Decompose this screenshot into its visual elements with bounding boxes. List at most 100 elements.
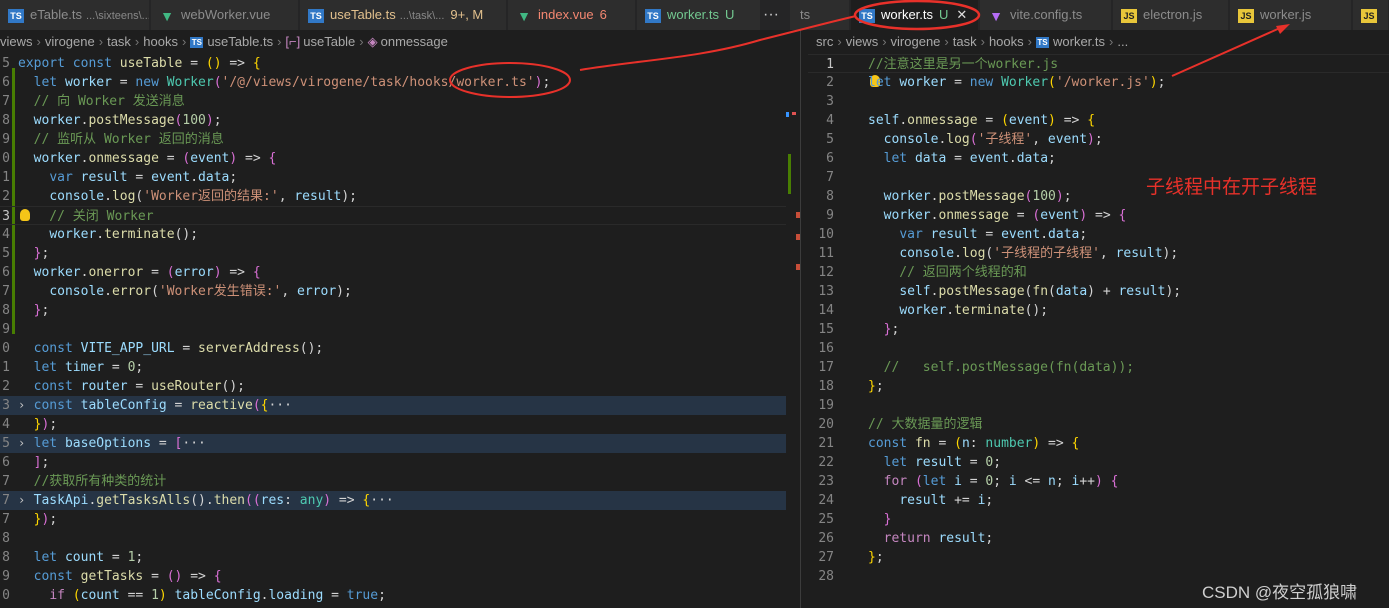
code-line[interactable]: 5 › let baseOptions = [··· — [0, 434, 786, 453]
code-line[interactable]: 3 › const tableConfig = reactive({··· — [0, 396, 786, 415]
code-text: }); — [18, 510, 57, 529]
code-line[interactable]: 3 — [808, 92, 1389, 111]
code-line[interactable]: 9 // 监听从 Worker 返回的消息 — [0, 130, 786, 149]
code-line[interactable]: 8 worker.postMessage(100); — [0, 111, 786, 130]
code-line[interactable]: 11 console.log('子线程的子线程', result); — [808, 244, 1389, 263]
breadcrumb-item[interactable]: hooks — [989, 34, 1024, 49]
code-line[interactable]: 16 — [808, 339, 1389, 358]
code-line[interactable]: 24 result += i; — [808, 491, 1389, 510]
code-line[interactable]: 6 ]; — [0, 453, 786, 472]
breadcrumb-item[interactable]: useTable.ts — [207, 34, 273, 49]
code-line[interactable]: 0 worker.onmessage = (event) => { — [0, 149, 786, 168]
tab-worker-ts-4[interactable]: TS worker.ts U — [637, 0, 761, 30]
editor-right[interactable]: 1 //注意这里是另一个worker.js 2 let worker = new Wo… — [808, 54, 1389, 608]
code-token: const — [33, 398, 81, 413]
tab-worker-js-9[interactable]: JS worker.js — [1230, 0, 1352, 30]
breadcrumb-item[interactable]: worker.ts — [1053, 34, 1105, 49]
line-number: 22 — [818, 455, 834, 470]
code-token: i — [954, 474, 962, 489]
code-line[interactable]: 8 }; — [0, 301, 786, 320]
code-line[interactable]: 18}; — [808, 377, 1389, 396]
breadcrumb-item[interactable]: ... — [1117, 34, 1128, 49]
code-token: new — [969, 75, 1002, 90]
breadcrumb-item[interactable]: src — [816, 34, 833, 49]
code-line[interactable]: 17 // self.postMessage(fn(data)); — [808, 358, 1389, 377]
code-line[interactable]: 12 // 返回两个线程的和 — [808, 263, 1389, 282]
code-line[interactable]: 9 worker.onmessage = (event) => { — [808, 206, 1389, 225]
code-line[interactable]: 23 for (let i = 0; i <= n; i++) { — [808, 472, 1389, 491]
code-line[interactable]: 5 console.log('子线程', event); — [808, 130, 1389, 149]
code-text: export const useTable = () => { — [18, 54, 261, 73]
code-line[interactable]: 22 let result = 0; — [808, 453, 1389, 472]
code-line[interactable]: 2 let worker = new Worker('/worker.js'); — [808, 73, 1389, 92]
breadcrumb-item[interactable]: views — [846, 34, 879, 49]
code-token: ; — [1048, 151, 1056, 166]
tab-usetable-ts-2[interactable]: TS useTable.ts ...\task\... 9+, M — [300, 0, 507, 30]
code-line[interactable]: 25 } — [808, 510, 1389, 529]
code-line[interactable]: 15 }; — [808, 320, 1389, 339]
code-line[interactable]: 21 const fn = (n: number) => { — [808, 434, 1389, 453]
code-line[interactable]: 8 — [0, 529, 786, 548]
tab-index-vue-3[interactable]: ▼ index.vue 6 — [508, 0, 636, 30]
code-line[interactable]: 9 const getTasks = () => { — [0, 567, 786, 586]
code-line[interactable]: 7 }); — [0, 510, 786, 529]
code-line[interactable]: 3 // 关闭 Worker — [0, 206, 786, 225]
code-token: '/worker.js' — [1055, 75, 1150, 90]
code-line[interactable]: 1 let timer = 0; — [0, 358, 786, 377]
breadcrumb-item[interactable]: virogene — [891, 34, 941, 49]
ts-file-icon: TS — [308, 8, 324, 23]
code-token: 100 — [1032, 189, 1056, 204]
code-line[interactable]: 1 //注意这里是另一个worker.js — [808, 54, 1389, 73]
code-text: let baseOptions = [··· — [18, 434, 206, 453]
code-line[interactable]: 4 worker.terminate(); — [0, 225, 786, 244]
tab-webworker-vue-1[interactable]: ▼ webWorker.vue — [151, 0, 299, 30]
tab-ts-5[interactable]: ts — [790, 0, 850, 30]
code-line[interactable]: 7 › TaskApi.getTasksAlls().then((res: any… — [0, 491, 786, 510]
code-line[interactable]: 7 //获取所有种类的统计 — [0, 472, 786, 491]
code-line[interactable]: 19 — [808, 396, 1389, 415]
tab-etable-ts-0[interactable]: TS eTable.ts ...\sixteens\... — [0, 0, 150, 30]
code-line[interactable]: 7 console.error('Worker发生错误:', error); — [0, 282, 786, 301]
breadcrumb-item[interactable]: virogene — [45, 34, 95, 49]
code-line[interactable]: 26 return result; — [808, 529, 1389, 548]
code-token: . — [899, 113, 908, 128]
code-token: () — [205, 56, 222, 71]
code-line[interactable]: 2 const router = useRouter(); — [0, 377, 786, 396]
breadcrumb-item[interactable]: hooks — [143, 34, 178, 49]
code-line[interactable]: 7 // 向 Worker 发送消息 — [0, 92, 786, 111]
code-line[interactable]: 5 export const useTable = () => { — [0, 54, 786, 73]
code-line[interactable]: 20 // 大数据量的逻辑 — [808, 415, 1389, 434]
code-line[interactable]: 2 console.log('Worker返回的结果:', result); — [0, 187, 786, 206]
line-number: 0 — [2, 151, 10, 166]
breadcrumb-item[interactable]: task — [953, 34, 977, 49]
code-line[interactable]: 5 }; — [0, 244, 786, 263]
code-line[interactable]: 6 worker.onerror = (error) => { — [0, 263, 786, 282]
code-line[interactable]: 27}; — [808, 548, 1389, 567]
more-tabs-button[interactable]: ··· — [763, 0, 779, 30]
close-icon[interactable]: ✕ — [956, 7, 967, 22]
breadcrumb-item[interactable]: useTable — [303, 34, 355, 49]
breadcrumb-item[interactable]: onmessage — [381, 34, 448, 49]
minimap[interactable] — [786, 54, 800, 608]
tab-electron-js-8[interactable]: JS electron.js — [1113, 0, 1229, 30]
code-line[interactable]: 0 if (count == 1) tableConfig.loading = … — [0, 586, 786, 605]
tab-js-10[interactable]: JS — [1353, 0, 1389, 30]
tab-label: webWorker.vue — [181, 7, 271, 22]
tab-worker-ts-6[interactable]: TS worker.ts U ✕ — [851, 0, 979, 30]
editor-left[interactable]: 5 export const useTable = () => {6 let wo… — [0, 54, 786, 608]
breadcrumb-item[interactable]: task — [107, 34, 131, 49]
code-line[interactable]: 4 self.onmessage = (event) => { — [808, 111, 1389, 130]
code-line[interactable]: 6 let data = event.data; — [808, 149, 1389, 168]
tab-vite-config-ts-7[interactable]: ▼ vite.config.ts — [980, 0, 1112, 30]
code-line[interactable]: 8 let count = 1; — [0, 548, 786, 567]
code-line[interactable]: 9 — [0, 320, 786, 339]
code-line[interactable]: 6 let worker = new Worker('/@/views/viro… — [0, 73, 786, 92]
code-line[interactable]: 1 var result = event.data; — [0, 168, 786, 187]
code-line[interactable]: 14 worker.terminate(); — [808, 301, 1389, 320]
code-line[interactable]: 4 }); — [0, 415, 786, 434]
split-divider[interactable] — [800, 30, 801, 608]
code-line[interactable]: 10 var result = event.data; — [808, 225, 1389, 244]
code-line[interactable]: 13 self.postMessage(fn(data) + result); — [808, 282, 1389, 301]
code-line[interactable]: 0 const VITE_APP_URL = serverAddress(); — [0, 339, 786, 358]
breadcrumb-item[interactable]: views — [0, 34, 33, 49]
